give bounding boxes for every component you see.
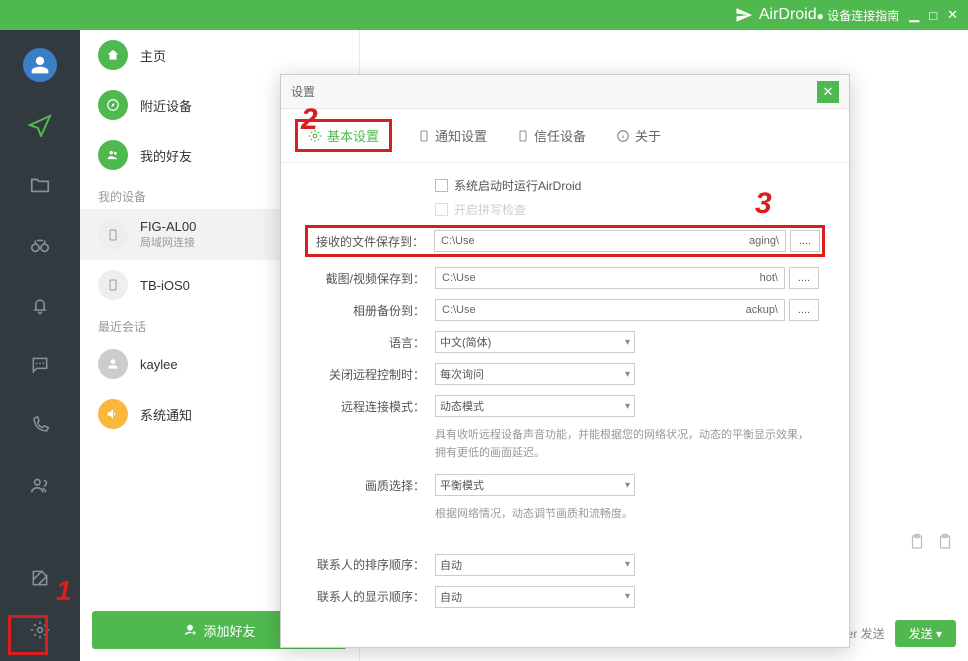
titlebar: AirDroid ● 设备连接指南 ▁ □ ✕ <box>0 0 968 30</box>
compose-icon[interactable] <box>23 561 57 595</box>
device-sub: 局域网连接 <box>140 234 196 250</box>
binoculars-icon[interactable] <box>23 228 57 262</box>
modal-close-button[interactable]: ✕ <box>817 81 839 103</box>
remote-mode-label: 远程连接模式： <box>311 398 425 415</box>
contact-display-select[interactable]: 自动 <box>435 586 635 608</box>
quality-label: 画质选择： <box>311 477 425 494</box>
info-icon <box>616 129 630 143</box>
tab-about[interactable]: 关于 <box>612 124 665 147</box>
browse-button[interactable]: .... <box>789 267 819 289</box>
home-icon <box>98 40 128 70</box>
avatar-icon[interactable] <box>23 48 57 82</box>
browse-button[interactable]: .... <box>789 299 819 321</box>
remote-mode-hint: 具有收听远程设备声音功能，并能根据您的网络状况，动态的平衡显示效果，拥有更低的画… <box>435 427 819 462</box>
recv-path-label: 接收的文件保存到： <box>310 233 424 250</box>
quality-hint: 根据网络情况，动态调节画质和流畅度。 <box>435 506 819 524</box>
recv-path-input[interactable]: C:\Useaging\ <box>434 230 786 252</box>
add-user-icon <box>183 623 197 637</box>
phone-icon <box>517 129 529 143</box>
album-backup-label: 相册备份到： <box>311 302 425 319</box>
recent-name: 系统通知 <box>140 405 192 424</box>
annotation-box-3: 接收的文件保存到： C:\Useaging\ .... <box>305 225 825 257</box>
phone-icon <box>418 129 430 143</box>
language-select[interactable]: 中文(简体) <box>435 331 635 353</box>
user-icon <box>98 349 128 379</box>
tab-label: 信任设备 <box>534 126 586 145</box>
annotation-label-3: 3 <box>755 187 772 221</box>
remote-mode-select[interactable]: 动态模式 <box>435 395 635 417</box>
chat-icon[interactable] <box>23 348 57 382</box>
modal-tabs: 基本设置 通知设置 信任设备 关于 <box>281 109 849 163</box>
album-backup-input[interactable]: C:\Useackup\ <box>435 299 785 321</box>
close-window-button[interactable]: ✕ <box>947 7 958 23</box>
device-name: TB-iOS0 <box>140 278 190 293</box>
phone-icon <box>98 220 128 250</box>
send-button[interactable]: 发送 ▾ <box>895 620 956 647</box>
sidebar-item-home[interactable]: 主页 <box>80 30 359 80</box>
modal-title: 设置 <box>291 83 315 100</box>
bell-icon[interactable] <box>23 288 57 322</box>
remote-close-select[interactable]: 每次询问 <box>435 363 635 385</box>
device-name: FIG-AL00 <box>140 219 196 234</box>
folder-icon[interactable] <box>23 168 57 202</box>
clipboard-icon[interactable] <box>936 533 954 551</box>
checkbox-label: 开启拼写检查 <box>454 201 526 218</box>
sidebar-item-label: 附近设备 <box>140 96 192 115</box>
quality-select[interactable]: 平衡模式 <box>435 474 635 496</box>
language-label: 语言： <box>311 334 425 351</box>
recent-name: kaylee <box>140 357 178 372</box>
modal-body: 系统启动时运行AirDroid 开启拼写检查 接收的文件保存到： C:\Usea… <box>281 163 849 647</box>
paper-plane-icon <box>735 6 753 24</box>
contact-sort-select[interactable]: 自动 <box>435 554 635 576</box>
tab-label: 关于 <box>635 126 661 145</box>
checkbox-icon[interactable] <box>435 179 448 192</box>
modal-header: 设置 ✕ <box>281 75 849 109</box>
tab-trust[interactable]: 信任设备 <box>513 124 590 147</box>
sidebar-item-label: 主页 <box>140 46 166 65</box>
tab-label: 基本设置 <box>327 126 379 145</box>
send-icon[interactable] <box>23 108 57 142</box>
screenshot-path-input[interactable]: C:\Usehot\ <box>435 267 785 289</box>
call-icon[interactable] <box>23 408 57 442</box>
tab-label: 通知设置 <box>435 126 487 145</box>
add-friend-label: 添加好友 <box>203 621 255 640</box>
browse-button[interactable]: .... <box>790 230 820 252</box>
contact-display-label: 联系人的显示顺序： <box>311 588 425 605</box>
remote-close-label: 关闭远程控制时： <box>311 366 425 383</box>
checkbox-label: 系统启动时运行AirDroid <box>454 177 581 194</box>
app-title: AirDroid <box>735 6 817 24</box>
clipboard-icon[interactable] <box>908 533 926 551</box>
contact-sort-label: 联系人的排序顺序： <box>311 556 425 573</box>
checkbox-icon <box>435 203 448 216</box>
sidebar-item-label: 我的好友 <box>140 146 192 165</box>
screenshot-path-label: 截图/视频保存到： <box>311 270 425 287</box>
speaker-icon <box>98 399 128 429</box>
maximize-button[interactable]: □ <box>929 8 937 23</box>
toolbar-icons <box>908 533 954 551</box>
compass-icon <box>98 90 128 120</box>
connection-guide-link[interactable]: ● 设备连接指南 <box>817 7 900 24</box>
contacts-icon[interactable] <box>23 468 57 502</box>
tab-notify[interactable]: 通知设置 <box>414 124 491 147</box>
settings-modal: 2 3 设置 ✕ 基本设置 通知设置 信任设备 关于 <box>280 74 850 648</box>
friends-icon <box>98 140 128 170</box>
annotation-label-1: 1 <box>56 575 72 607</box>
phone-icon <box>98 270 128 300</box>
nav-rail: 1 <box>0 30 80 661</box>
settings-icon[interactable] <box>23 613 57 647</box>
annotation-label-2: 2 <box>301 103 318 137</box>
minimize-button[interactable]: ▁ <box>909 7 919 23</box>
